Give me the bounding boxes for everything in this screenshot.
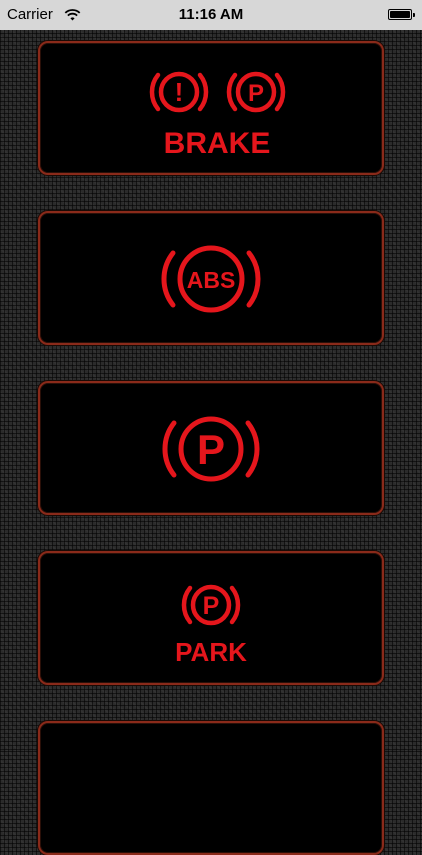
- warning-light-card-park[interactable]: P PARK: [38, 551, 384, 685]
- warning-light-card-brake[interactable]: ! P BRAKE: [38, 41, 384, 175]
- park-label: PARK: [175, 637, 247, 667]
- brake-warning-lamp: ! P BRAKE: [149, 71, 286, 160]
- warning-light-card-parking[interactable]: P: [38, 381, 384, 515]
- parking-glyph: P: [197, 426, 225, 473]
- status-time: 11:16 AM: [178, 6, 244, 23]
- brake-warning-exclamation-glyph: !: [175, 77, 184, 107]
- park-glyph: P: [203, 592, 220, 620]
- abs-warning-lamp: ABS: [161, 245, 261, 313]
- parking-brake-p-glyph: P: [248, 80, 264, 107]
- brake-label: BRAKE: [164, 127, 271, 160]
- warning-light-card-next[interactable]: [38, 721, 384, 855]
- battery-icon: [388, 9, 415, 20]
- status-bar: Carrier 11:16 AM: [0, 0, 422, 30]
- park-brake-lamp: P PARK: [175, 584, 247, 667]
- warning-light-card-abs[interactable]: ABS: [38, 211, 384, 345]
- abs-glyph: ABS: [187, 267, 236, 293]
- parking-brake-lamp: P: [162, 416, 260, 482]
